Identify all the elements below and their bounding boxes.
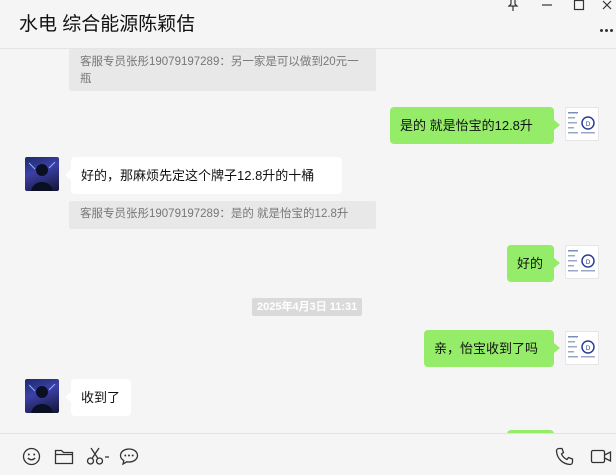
quoted-message[interactable]: 客服专员张彤19079197289：是的 就是怡宝的12.8升	[69, 201, 376, 229]
svg-text:D: D	[586, 345, 591, 352]
chat-window: 水电 综合能源陈颖佶 客服专员张彤19079197289：另一家是可以做到20元…	[0, 0, 616, 475]
quoted-message[interactable]: 客服专员张彤19079197289：另一家是可以做到20元一瓶	[69, 49, 376, 91]
maximize-icon[interactable]	[568, 0, 590, 14]
contact-avatar[interactable]	[25, 157, 59, 191]
phone-icon[interactable]	[553, 445, 575, 467]
outgoing-message[interactable]: 是的 就是怡宝的12.8升	[390, 107, 560, 144]
close-icon[interactable]	[596, 0, 616, 14]
chat-history-icon[interactable]	[118, 445, 140, 467]
my-avatar[interactable]: D	[565, 245, 599, 279]
emoji-icon[interactable]	[20, 445, 42, 467]
outgoing-message[interactable]: 好的	[507, 245, 560, 282]
minimize-icon[interactable]	[536, 0, 558, 14]
incoming-message[interactable]: 收到了	[65, 379, 131, 416]
scissors-icon[interactable]	[85, 445, 111, 467]
chat-header: 水电 综合能源陈颖佶	[0, 0, 616, 49]
incoming-message[interactable]: 好的，那麻烦先定这个牌子12.8升的十桶	[65, 157, 342, 194]
message-list[interactable]: 客服专员张彤19079197289：另一家是可以做到20元一瓶 是的 就是怡宝的…	[0, 49, 616, 433]
svg-text:D: D	[586, 259, 591, 266]
video-call-icon[interactable]	[590, 445, 612, 467]
more-options-icon[interactable]	[600, 22, 614, 38]
pin-icon[interactable]	[502, 0, 524, 14]
message-timestamp: 2025年4月3日 11:31	[252, 298, 363, 316]
chat-title[interactable]: 水电 综合能源陈颖佶	[19, 9, 195, 36]
svg-text:D: D	[586, 121, 591, 128]
input-toolbar	[0, 433, 616, 475]
contact-avatar[interactable]	[25, 379, 59, 413]
my-avatar[interactable]: D	[565, 107, 599, 141]
my-avatar[interactable]: D	[565, 331, 599, 365]
folder-icon[interactable]	[53, 445, 75, 467]
outgoing-message[interactable]: 亲，怡宝收到了吗	[424, 330, 560, 367]
